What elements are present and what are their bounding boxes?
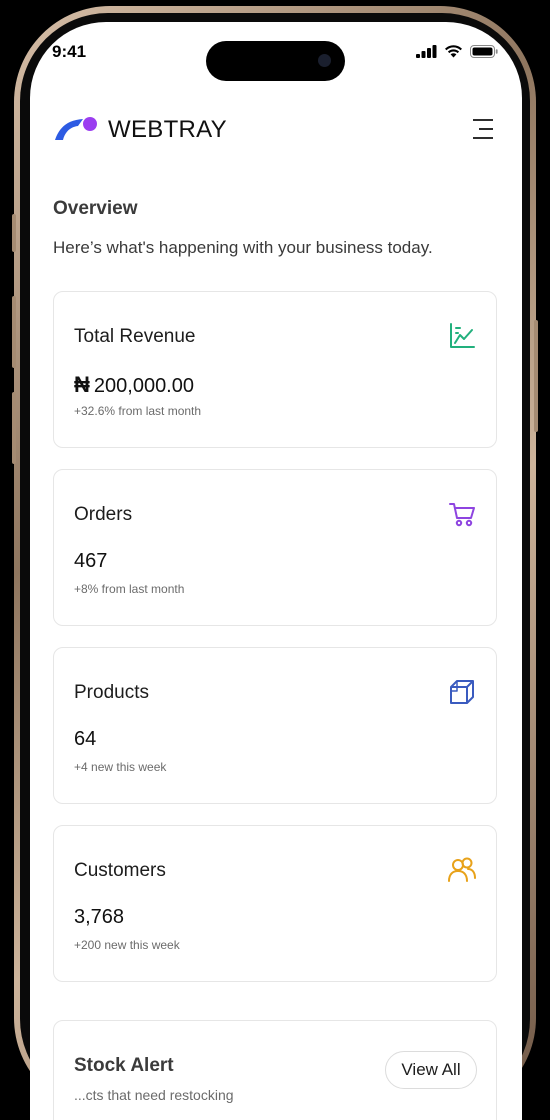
stock-alert-subtitle: ...cts that need restocking	[74, 1087, 234, 1103]
box-icon	[450, 680, 474, 704]
view-all-button[interactable]: View All	[385, 1051, 477, 1089]
phone-volume-up-button	[12, 296, 16, 368]
app-screen: 9:41 WEBTRAY Overview Here’s what's happ…	[30, 22, 522, 1120]
shopping-cart-icon	[449, 503, 475, 527]
total-revenue-card[interactable]: Total Revenue ₦ 200,000.00 +32.6% from la…	[53, 291, 497, 448]
card-value: 467	[74, 550, 108, 572]
stock-alert-title: Stock Alert	[74, 1055, 174, 1076]
chart-line-icon	[450, 323, 475, 348]
card-value: ₦ 200,000.00	[74, 372, 194, 398]
card-label: Customers	[74, 860, 166, 881]
products-card[interactable]: Products 64 +4 new this week	[53, 647, 497, 804]
card-note: +200 new this week	[74, 938, 180, 952]
camera-icon	[318, 54, 331, 67]
users-icon	[448, 857, 476, 882]
card-note: +4 new this week	[74, 760, 167, 774]
card-value: 3,768	[74, 906, 125, 928]
battery-icon	[470, 44, 498, 58]
webtray-logo-icon	[55, 117, 97, 140]
page-title: Overview	[53, 198, 138, 219]
dynamic-island	[206, 41, 345, 81]
phone-power-button	[534, 320, 538, 432]
stock-alert-card: Stock Alert View All ...cts that need re…	[53, 1020, 497, 1120]
phone-action-button	[12, 214, 16, 252]
status-icons	[416, 44, 498, 58]
app-header: WEBTRAY	[30, 112, 522, 152]
card-label: Total Revenue	[74, 326, 196, 347]
revenue-amount: 200,000.00	[93, 375, 194, 397]
customers-card[interactable]: Customers 3,768 +200 new this week	[53, 825, 497, 982]
card-note: +8% from last month	[74, 582, 185, 596]
phone-volume-down-button	[12, 392, 16, 464]
card-label: Orders	[74, 504, 133, 525]
currency-symbol: ₦	[74, 372, 90, 397]
status-bar: 9:41	[30, 22, 522, 82]
wifi-icon	[445, 45, 462, 58]
brand-name: WEBTRAY	[108, 116, 227, 143]
page-subtitle: Here’s what's happening with your busine…	[53, 238, 433, 257]
card-label: Products	[74, 682, 149, 703]
status-time: 9:41	[52, 42, 87, 61]
signal-icon	[416, 44, 437, 58]
menu-icon[interactable]	[471, 118, 495, 140]
card-value: 64	[74, 728, 97, 750]
orders-card[interactable]: Orders 467 +8% from last month	[53, 469, 497, 626]
card-note: +32.6% from last month	[74, 404, 202, 418]
